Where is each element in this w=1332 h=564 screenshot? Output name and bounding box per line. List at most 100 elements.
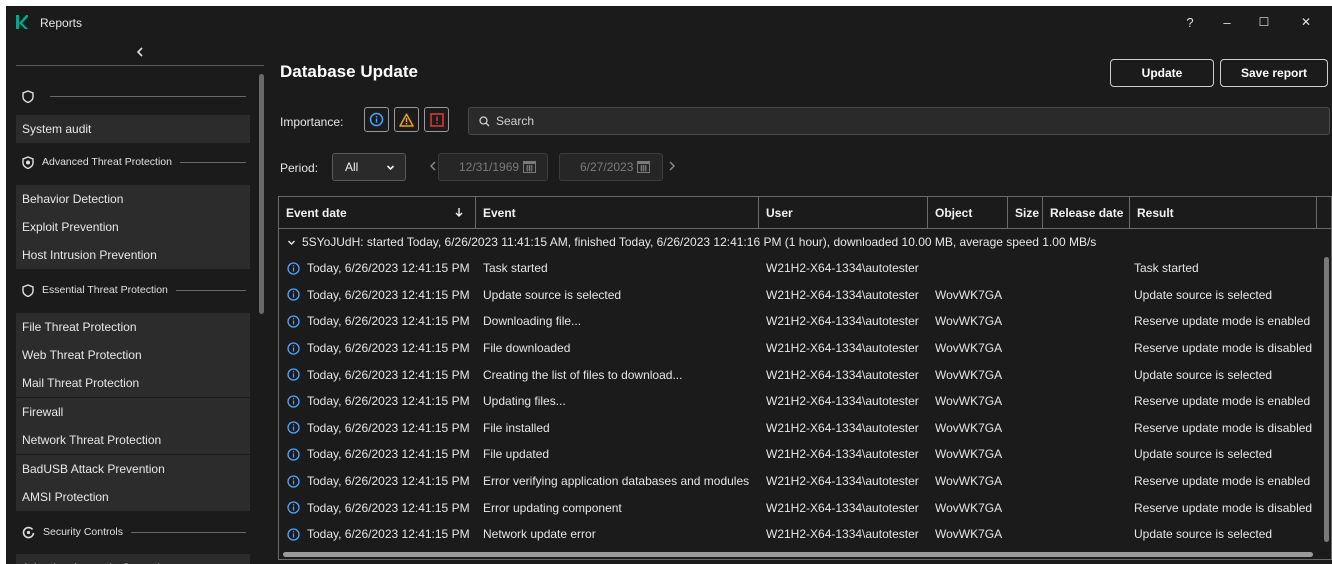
cell-object: WovWK7GA <box>935 521 1002 548</box>
sidebar-item-system-audit[interactable]: System audit <box>16 115 250 143</box>
cell-object: WovWK7GA <box>935 282 1002 309</box>
cell-user-text: W21H2-X64-1334\autotester <box>766 527 919 542</box>
info-icon <box>287 262 300 275</box>
column-label: Event date <box>286 206 347 220</box>
sidebar-collapse-button[interactable] <box>16 38 264 66</box>
sidebar-item-network-threat-protection[interactable]: Network Threat Protection <box>16 426 250 454</box>
table-row[interactable]: Today, 6/26/2023 12:41:15 PM Downloading … <box>279 308 1319 335</box>
cell-result-text: Update source is selected <box>1134 287 1273 302</box>
cell-user-text: W21H2-X64-1334\autotester <box>766 261 919 276</box>
importance-warning-toggle[interactable] <box>394 107 419 132</box>
close-button[interactable]: ✕ <box>1292 12 1320 32</box>
sidebar-item-badusb-attack-prevention[interactable]: BadUSB Attack Prevention <box>16 455 250 483</box>
table-row[interactable]: Today, 6/26/2023 12:41:15 PM Update sourc… <box>279 282 1319 309</box>
maximize-button[interactable]: ☐ <box>1250 12 1278 32</box>
cell-event-text: Downloading file... <box>483 314 582 329</box>
sidebar-item-mail-threat-protection[interactable]: Mail Threat Protection <box>16 369 250 397</box>
update-button[interactable]: Update <box>1110 59 1214 87</box>
task-group-row[interactable]: 5SYoJUdH: started Today, 6/26/2023 11:41… <box>279 230 1096 254</box>
cell-result-text: Reserve update mode is disabled <box>1134 341 1313 356</box>
sidebar-item-file-threat-protection[interactable]: File Threat Protection <box>16 313 250 341</box>
importance-label: Importance: <box>280 115 344 129</box>
table-row[interactable]: Today, 6/26/2023 12:41:15 PM File updated… <box>279 441 1319 468</box>
next-period-button[interactable] <box>668 158 676 174</box>
kaspersky-logo-icon <box>16 15 28 29</box>
search-placeholder: Search <box>496 114 535 128</box>
importance-error-toggle[interactable] <box>424 107 449 132</box>
sidebar-item-web-threat-protection[interactable]: Web Threat Protection <box>16 341 250 369</box>
cell-event-date: Today, 6/26/2023 12:41:15 PM <box>287 415 470 442</box>
column-header-object[interactable]: Object <box>928 197 1008 229</box>
column-header-release-date[interactable]: Release date <box>1043 197 1130 229</box>
sidebar-item-host-intrusion-prevention[interactable]: Host Intrusion Prevention <box>16 241 250 269</box>
previous-period-button[interactable] <box>429 158 437 174</box>
column-header-event[interactable]: Event <box>476 197 759 229</box>
column-header-user[interactable]: User <box>759 197 928 229</box>
cell-user: W21H2-X64-1334\autotester <box>766 361 919 388</box>
help-button[interactable]: ? <box>1176 12 1204 32</box>
save-report-button[interactable]: Save report <box>1220 59 1328 87</box>
table-row[interactable]: Today, 6/26/2023 12:41:15 PM Error updati… <box>279 494 1319 521</box>
cell-event-date-text: Today, 6/26/2023 12:41:15 PM <box>307 314 470 329</box>
table-horizontal-scrollbar[interactable] <box>283 552 1313 557</box>
cell-event-date-text: Today, 6/26/2023 12:41:15 PM <box>307 341 470 356</box>
table-row[interactable]: Today, 6/26/2023 12:41:15 PM Updating fil… <box>279 388 1319 415</box>
info-icon <box>287 395 300 408</box>
cell-event-date-text: Today, 6/26/2023 12:41:15 PM <box>307 420 470 435</box>
date-to-field[interactable]: 6/27/2023 <box>559 153 663 181</box>
table-row[interactable]: Today, 6/26/2023 12:41:15 PM Task started… <box>279 255 1319 282</box>
cell-result-text: Update source is selected <box>1134 447 1273 462</box>
column-header-event-date[interactable]: Event date <box>279 197 476 229</box>
cell-event: File downloaded <box>483 335 570 362</box>
cell-result-text: Task started <box>1134 261 1199 276</box>
sidebar-section-advanced-threat-protection: Advanced Threat Protection <box>16 148 250 176</box>
sidebar-item-exploit-prevention[interactable]: Exploit Prevention <box>16 213 250 241</box>
cell-user-text: W21H2-X64-1334\autotester <box>766 474 919 489</box>
table-row[interactable]: Today, 6/26/2023 12:41:15 PM Error verify… <box>279 468 1319 495</box>
importance-info-toggle[interactable] <box>364 107 389 132</box>
search-input[interactable]: Search <box>468 107 1330 135</box>
table-row[interactable]: Today, 6/26/2023 12:41:15 PM File downloa… <box>279 335 1319 362</box>
cell-event-date: Today, 6/26/2023 12:41:15 PM <box>287 441 470 468</box>
cell-object-text: WovWK7GA <box>935 420 1003 435</box>
column-header-size[interactable]: Size <box>1008 197 1043 229</box>
main-panel: Database Update Update Save report Impor… <box>274 38 1332 564</box>
column-header-result[interactable]: Result <box>1130 197 1317 229</box>
minimize-button[interactable]: – <box>1213 12 1241 32</box>
sidebar-item-amsi-protection[interactable]: AMSI Protection <box>16 483 250 511</box>
cell-result-text: Reserve update mode is disabled <box>1134 420 1313 435</box>
title-bar: Reports ? – ☐ ✕ <box>6 6 1332 38</box>
section-divider <box>175 289 246 291</box>
info-icon <box>287 315 300 328</box>
cell-user-text: W21H2-X64-1334\autotester <box>766 287 919 302</box>
period-select[interactable]: All <box>332 153 406 181</box>
cell-object: WovWK7GA <box>935 361 1002 388</box>
sidebar-item-firewall[interactable]: Firewall <box>16 398 250 426</box>
search-icon <box>479 115 490 126</box>
sidebar-item-adaptive-anomaly-control[interactable]: Adaptive Anomaly Control <box>16 554 250 564</box>
cell-user: W21H2-X64-1334\autotester <box>766 441 919 468</box>
chevron-left-icon <box>136 46 143 57</box>
cell-object: WovWK7GA <box>935 388 1002 415</box>
table-row[interactable]: Today, 6/26/2023 12:41:15 PM File install… <box>279 415 1319 442</box>
sidebar: System audit Advanced Threat Protection … <box>6 38 264 564</box>
cell-result-text: Reserve update mode is enabled <box>1134 314 1311 329</box>
cell-event-date: Today, 6/26/2023 12:41:15 PM <box>287 361 470 388</box>
table-vertical-scrollbar[interactable] <box>1324 257 1329 542</box>
table-row[interactable]: Today, 6/26/2023 12:41:15 PM Creating the… <box>279 361 1319 388</box>
sidebar-scrollbar[interactable] <box>259 74 264 314</box>
cell-event: Task started <box>483 255 548 282</box>
cell-user: W21H2-X64-1334\autotester <box>766 282 919 309</box>
cell-result: Reserve update mode is disabled <box>1134 494 1312 521</box>
cell-user: W21H2-X64-1334\autotester <box>766 415 919 442</box>
shield-dot-icon <box>22 155 34 169</box>
cell-event-date-text: Today, 6/26/2023 12:41:15 PM <box>307 500 470 515</box>
sidebar-item-behavior-detection[interactable]: Behavior Detection <box>16 185 250 213</box>
cell-result: Reserve update mode is disabled <box>1134 415 1312 442</box>
sort-descending-icon <box>455 208 463 217</box>
date-from-field[interactable]: 12/31/1969 <box>438 153 548 181</box>
shield-icon <box>22 89 34 103</box>
cell-user-text: W21H2-X64-1334\autotester <box>766 341 919 356</box>
info-icon <box>287 528 300 541</box>
table-row[interactable]: Today, 6/26/2023 12:41:15 PM Network upda… <box>279 521 1319 548</box>
